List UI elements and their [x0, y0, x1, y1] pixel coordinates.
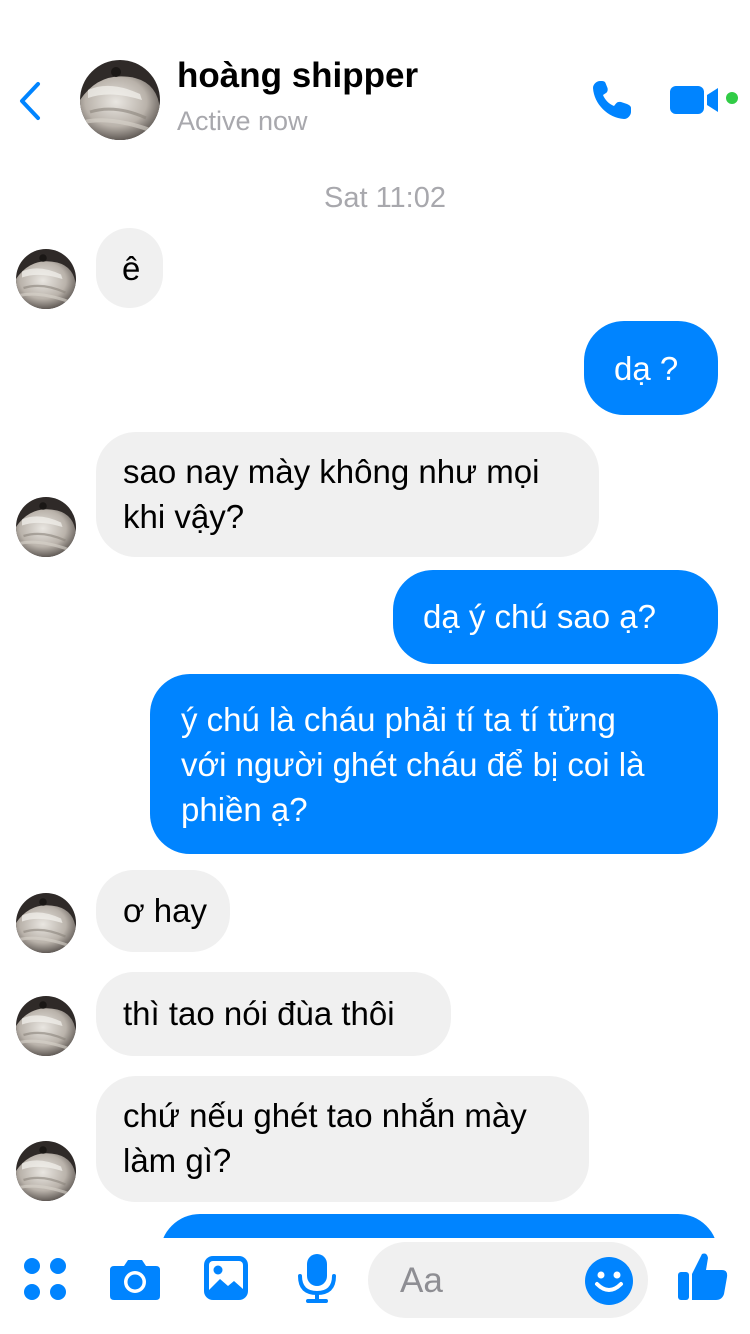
message-text: ê — [122, 250, 141, 287]
outgoing-message[interactable]: dạ ? — [584, 321, 718, 415]
image-icon — [204, 1256, 248, 1300]
message-text-line: khi vậy? — [123, 498, 245, 535]
video-call-button[interactable] — [668, 80, 722, 120]
online-indicator — [726, 92, 738, 104]
thumbs-up-icon — [678, 1253, 728, 1300]
chevron-left-icon — [20, 82, 40, 120]
message-text-line: chứ nếu ghét tao nhắn mày — [123, 1097, 527, 1134]
call-button[interactable] — [588, 76, 636, 124]
phone-icon — [593, 81, 631, 119]
sender-avatar[interactable] — [16, 1141, 76, 1201]
video-camera-icon — [670, 86, 718, 114]
sender-avatar[interactable] — [16, 893, 76, 953]
message-text-line: phiền ạ? — [181, 791, 308, 828]
message-text-line: làm gì? — [123, 1142, 232, 1179]
emoji-button[interactable] — [584, 1256, 634, 1306]
message-text: dạ ? — [614, 350, 679, 387]
incoming-message[interactable]: chứ nếu ghét tao nhắn mày làm gì? — [96, 1076, 589, 1202]
message-input[interactable] — [398, 1256, 572, 1306]
smiley-icon — [585, 1257, 633, 1305]
message-text-line: ý chú là cháu phải tí ta tí tửng — [181, 701, 616, 738]
voice-button[interactable] — [296, 1252, 338, 1309]
microphone-icon — [298, 1254, 336, 1303]
message-timestamp: Sat 11:02 — [323, 182, 446, 214]
gallery-button[interactable] — [202, 1254, 250, 1307]
sender-avatar[interactable] — [16, 996, 76, 1056]
incoming-message[interactable]: sao nay mày không như mọi khi vậy? — [96, 432, 599, 557]
apps-button[interactable] — [22, 1256, 68, 1307]
camera-icon — [110, 1260, 160, 1300]
outgoing-message[interactable]: dạ ý chú sao ạ? — [393, 570, 718, 664]
incoming-message[interactable]: ê — [96, 228, 163, 308]
incoming-message[interactable]: thì tao nói đùa thôi — [96, 972, 451, 1056]
message-text: dạ ý chú sao ạ? — [423, 598, 656, 635]
chat-header: hoàng shipper Active now — [0, 0, 750, 160]
incoming-message[interactable]: ơ hay — [96, 870, 230, 952]
contact-avatar[interactable] — [80, 60, 160, 140]
back-button[interactable] — [14, 78, 48, 124]
contact-name[interactable]: hoàng shipper — [177, 56, 418, 96]
message-text-line: sao nay mày không như mọi — [123, 453, 540, 490]
sender-avatar[interactable] — [16, 249, 76, 309]
message-text: thì tao nói đùa thôi — [123, 995, 395, 1032]
message-text: ơ hay — [123, 892, 208, 929]
active-status: Active now — [177, 106, 308, 136]
sender-avatar[interactable] — [16, 497, 76, 557]
outgoing-message[interactable]: ý chú là cháu phải tí ta tí tửng với ngư… — [150, 674, 718, 854]
message-text-line: với người ghét cháu để bị coi là — [181, 746, 645, 783]
like-button[interactable] — [676, 1250, 730, 1304]
four-dots-icon — [24, 1258, 66, 1300]
camera-button[interactable] — [108, 1256, 162, 1307]
